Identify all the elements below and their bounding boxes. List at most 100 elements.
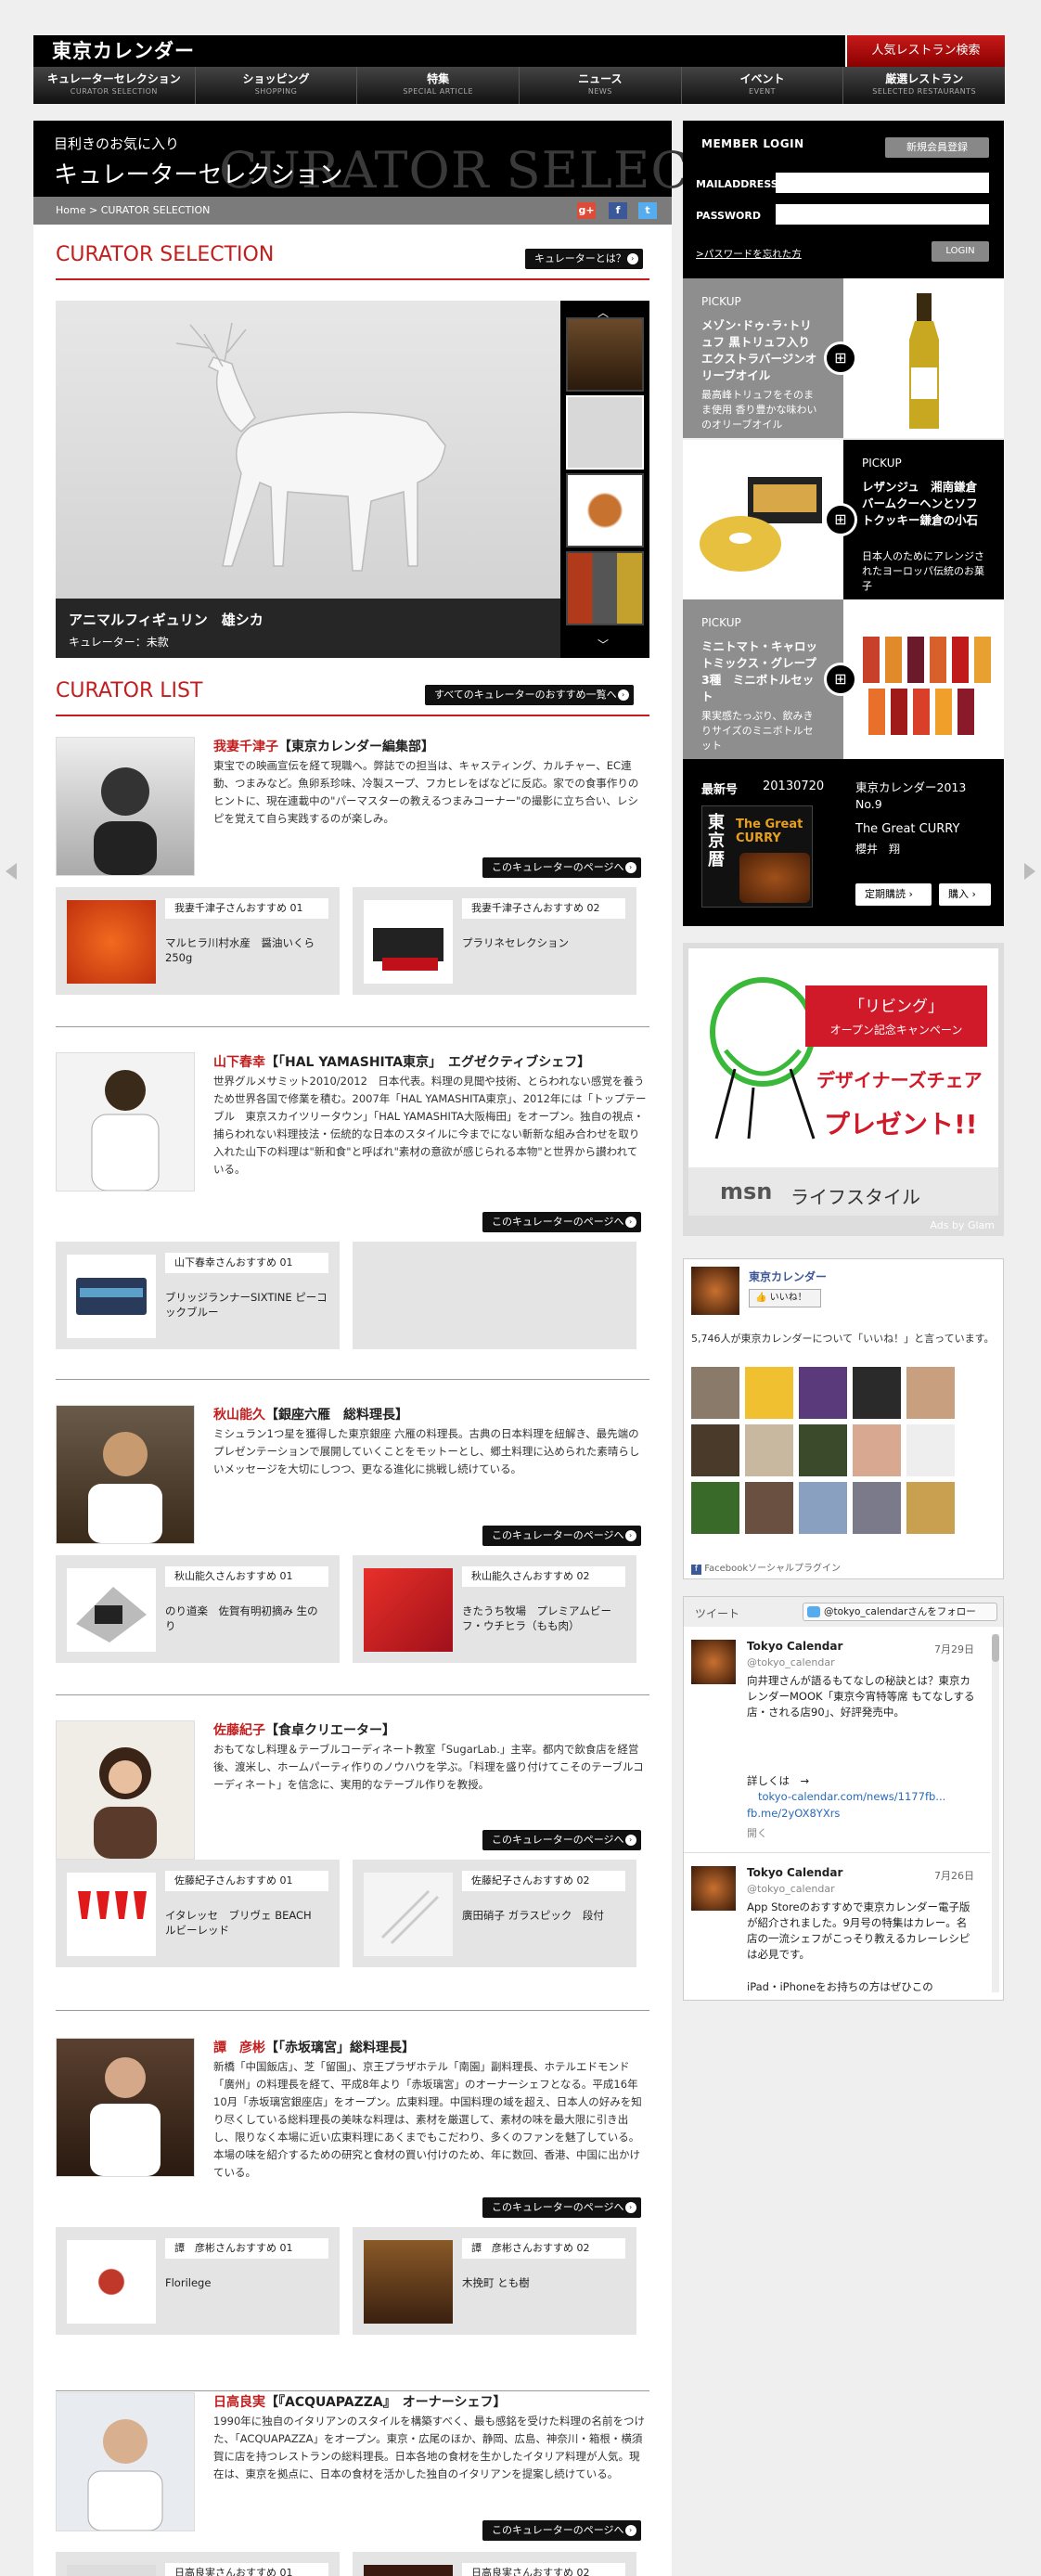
tweet-expand[interactable]: 開く [747, 1825, 767, 1840]
twitter-widget: ツイート @tokyo_calendarさんをフォロー Tokyo Calend… [683, 1596, 1004, 2001]
rec-tag: 秋山能久さんおすすめ 01 [165, 1566, 328, 1587]
forgot-password-link[interactable]: >パスワードを忘れた方 [696, 247, 802, 261]
nav-event[interactable]: イベント EVENT [682, 67, 844, 104]
breadcrumb-text[interactable]: Home > CURATOR SELECTION [56, 204, 210, 216]
recommendation-card[interactable]: 日高良実さんおすすめ 02 [353, 2552, 636, 2576]
tweet-author[interactable]: Tokyo Calendar [747, 1866, 842, 1879]
tweet-avatar[interactable] [691, 1866, 736, 1911]
divider [56, 1694, 649, 1695]
tweet-link[interactable]: tokyo-calendar.com/news/1177fb... [758, 1790, 945, 1803]
tweet-scrollbar[interactable] [992, 1634, 999, 1992]
recommendation-card[interactable]: 日高良実さんおすすめ 01 [56, 2552, 340, 2576]
recommendation-card[interactable]: 山下春幸さんおすすめ 01 ブリッジランナーSIXTINE ピーコックブルー [56, 1242, 340, 1349]
rec-image [67, 2565, 156, 2576]
tweet-avatar[interactable] [691, 1640, 736, 1684]
next-arrow[interactable] [1024, 863, 1035, 880]
curator-page-button[interactable]: このキュレーターのページへ › [482, 2197, 641, 2218]
rec-image [364, 2240, 453, 2324]
tweet[interactable]: Tokyo Calendar 7月29日 @tokyo_calendar 向井理… [684, 1634, 990, 1853]
recommendation-card[interactable]: 秋山能久さんおすすめ 01 のり道楽 佐賀有明初摘み 生のり [56, 1555, 340, 1663]
curator-name[interactable]: 譚 彦彬【「赤坂璃宮」総料理長】 [213, 2038, 415, 2056]
recommendation-card[interactable]: 譚 彦彬さんおすすめ 02 木挽町 とも樹 [353, 2227, 636, 2335]
fb-page-name[interactable]: 東京カレンダー [749, 1269, 827, 1284]
curator-name[interactable]: 日高良実【『ACQUAPAZZA』 オーナーシェフ】 [213, 2392, 506, 2411]
main-content: CURATOR SELECTION キュレーターとは？ › アニマルフィギュリン … [33, 225, 672, 2576]
pickup-card[interactable]: PICKUP レザンジュ 湘南鎌倉バームクーヘンとソフトクッキー鎌倉の小石 日本… [683, 440, 1004, 599]
restaurant-search-button[interactable]: 人気レストラン検索 [845, 35, 1005, 67]
ads-by-glam[interactable]: Ads by Glam [930, 1219, 995, 1231]
facebook-icon[interactable]: f [609, 202, 627, 219]
thumbnail[interactable] [566, 395, 644, 470]
pickup-card[interactable]: PICKUP ミニトマト・キャロットミックス・グレープ3種 ミニボトルセット 果… [683, 599, 1004, 759]
rec-title: 廣田硝子 ガラスピック 段付 [462, 1909, 604, 1922]
recommendation-card[interactable]: 譚 彦彬さんおすすめ 01 Florilege [56, 2227, 340, 2335]
site-logo[interactable]: 東京カレンダー [52, 37, 195, 65]
login-button[interactable]: LOGIN [932, 241, 989, 262]
curator-photo[interactable] [56, 2038, 195, 2177]
tweet-author[interactable]: Tokyo Calendar [747, 1640, 842, 1653]
nav-shopping[interactable]: ショッピング SHOPPING [196, 67, 358, 104]
recommendation-card[interactable]: 我妻千津子さんおすすめ 01 マルヒラ川村水産 醤油いくら 250g [56, 887, 340, 995]
rec-tag: 我妻千津子さんおすすめ 01 [165, 898, 328, 919]
fb-like-button[interactable]: 👍 いいね！ [749, 1289, 821, 1307]
slide-curator: キュレーター：未款 [69, 636, 169, 649]
nav-restaurants[interactable]: 厳選レストラン SELECTED RESTAURANTS [843, 67, 1005, 104]
tweet-date[interactable]: 7月29日 [934, 1642, 974, 1656]
prev-arrow[interactable] [6, 863, 17, 880]
feature-slideshow[interactable]: アニマルフィギュリン 雄シカ キュレーター：未款 [56, 301, 560, 658]
fb-plugin-label: f Facebookソーシャルプラグイン [691, 1560, 841, 1575]
what-is-curator-button[interactable]: キュレーターとは？ › [525, 249, 643, 269]
curator-page-button[interactable]: このキュレーターのページへ › [482, 857, 641, 878]
subscribe-button[interactable]: 定期購読 › [855, 883, 932, 906]
thumbnail[interactable] [566, 473, 644, 547]
recommendation-card-empty [353, 1242, 636, 1349]
issue-title: The Great CURRY [855, 822, 960, 836]
rec-tag: 山下春幸さんおすすめ 01 [165, 1253, 328, 1273]
all-recommendations-button[interactable]: すべてのキュレーターのおすすめ一覧へ › [425, 685, 634, 705]
curator-name[interactable]: 佐藤紀子【食卓クリエーター】 [213, 1720, 395, 1739]
curator-page-button[interactable]: このキュレーターのページへ › [482, 2520, 641, 2541]
tweet-date[interactable]: 7月26日 [934, 1868, 974, 1883]
curator-page-button[interactable]: このキュレーターのページへ › [482, 1212, 641, 1232]
curator-photo[interactable] [56, 1052, 195, 1191]
curator-page-button[interactable]: このキュレーターのページへ › [482, 1526, 641, 1546]
thumb-down-icon[interactable]: ﹀ [598, 637, 609, 652]
ad-headline-1: デザイナーズチェア [816, 1069, 983, 1091]
thumbnail[interactable] [566, 551, 644, 625]
twitter-icon[interactable]: t [638, 202, 657, 219]
password-field[interactable] [776, 204, 989, 225]
curator-photo[interactable] [56, 2392, 195, 2531]
tweet[interactable]: Tokyo Calendar 7月26日 @tokyo_calendar App… [684, 1861, 990, 1998]
recommendation-card[interactable]: 佐藤紀子さんおすすめ 01 イタレッセ ブリヴェ BEACH ルビーレッド [56, 1860, 340, 1967]
recommendation-card[interactable]: 我妻千津子さんおすすめ 02 プラリネセレクション [353, 887, 636, 995]
tweet-link[interactable]: fb.me/2yOX8YXrs [747, 1807, 840, 1820]
ad-banner[interactable]: 「リビング」 オープン記念キャンペーン デザイナーズチェア プレゼント!! ms… [683, 943, 1004, 1236]
curator-page-button[interactable]: このキュレーターのページへ › [482, 1830, 641, 1850]
email-field[interactable] [776, 173, 989, 193]
thumbnail[interactable] [566, 317, 644, 392]
curator-photo[interactable] [56, 1720, 195, 1860]
twitter-follow-button[interactable]: @tokyo_calendarさんをフォロー [803, 1603, 997, 1621]
rec-title: プラリネセレクション [462, 936, 569, 949]
rec-image [67, 1568, 156, 1652]
curator-name[interactable]: 我妻千津子【東京カレンダー編集部】 [213, 737, 434, 755]
curator-name[interactable]: 山下春幸【「HAL YAMASHITA東京」 エグゼクティブシェフ】 [213, 1052, 590, 1071]
slide-item-name[interactable]: アニマルフィギュリン 雄シカ [69, 610, 263, 629]
section-divider [56, 715, 649, 716]
nav-special[interactable]: 特集 SPECIAL ARTICLE [357, 67, 520, 104]
register-button[interactable]: 新規会員登録 [885, 137, 989, 158]
pickup-title: ミニトマト・キャロットミックス・グレープ3種 ミニボトルセット [701, 639, 818, 703]
curator-name[interactable]: 秋山能久【銀座六雁 総料理長】 [213, 1405, 408, 1423]
nav-curator[interactable]: キュレーターセレクション CURATOR SELECTION [33, 67, 196, 104]
recommendation-card[interactable]: 佐藤紀子さんおすすめ 02 廣田硝子 ガラスピック 段付 [353, 1860, 636, 1967]
magazine-cover[interactable]: 東京暦 The Great CURRY [701, 805, 813, 908]
buy-button[interactable]: 購入 › [939, 883, 991, 906]
hero-banner: CURATOR SELECTION 目利きのお気に入り キュレーターセレクション [33, 121, 831, 200]
fb-page-avatar[interactable] [691, 1267, 739, 1315]
googleplus-icon[interactable]: g+ [577, 202, 596, 219]
curator-photo[interactable] [56, 1405, 195, 1544]
nav-news[interactable]: ニュース NEWS [520, 67, 682, 104]
curator-photo[interactable] [56, 737, 195, 876]
recommendation-card[interactable]: 秋山能久さんおすすめ 02 きたうち牧場 プレミアムビーフ・ウチヒラ（もも肉） [353, 1555, 636, 1663]
pickup-card[interactable]: PICKUP メゾン･ドゥ･ラ･トリュフ 黒トリュフ入りエクストラバージンオリー… [683, 278, 1004, 438]
